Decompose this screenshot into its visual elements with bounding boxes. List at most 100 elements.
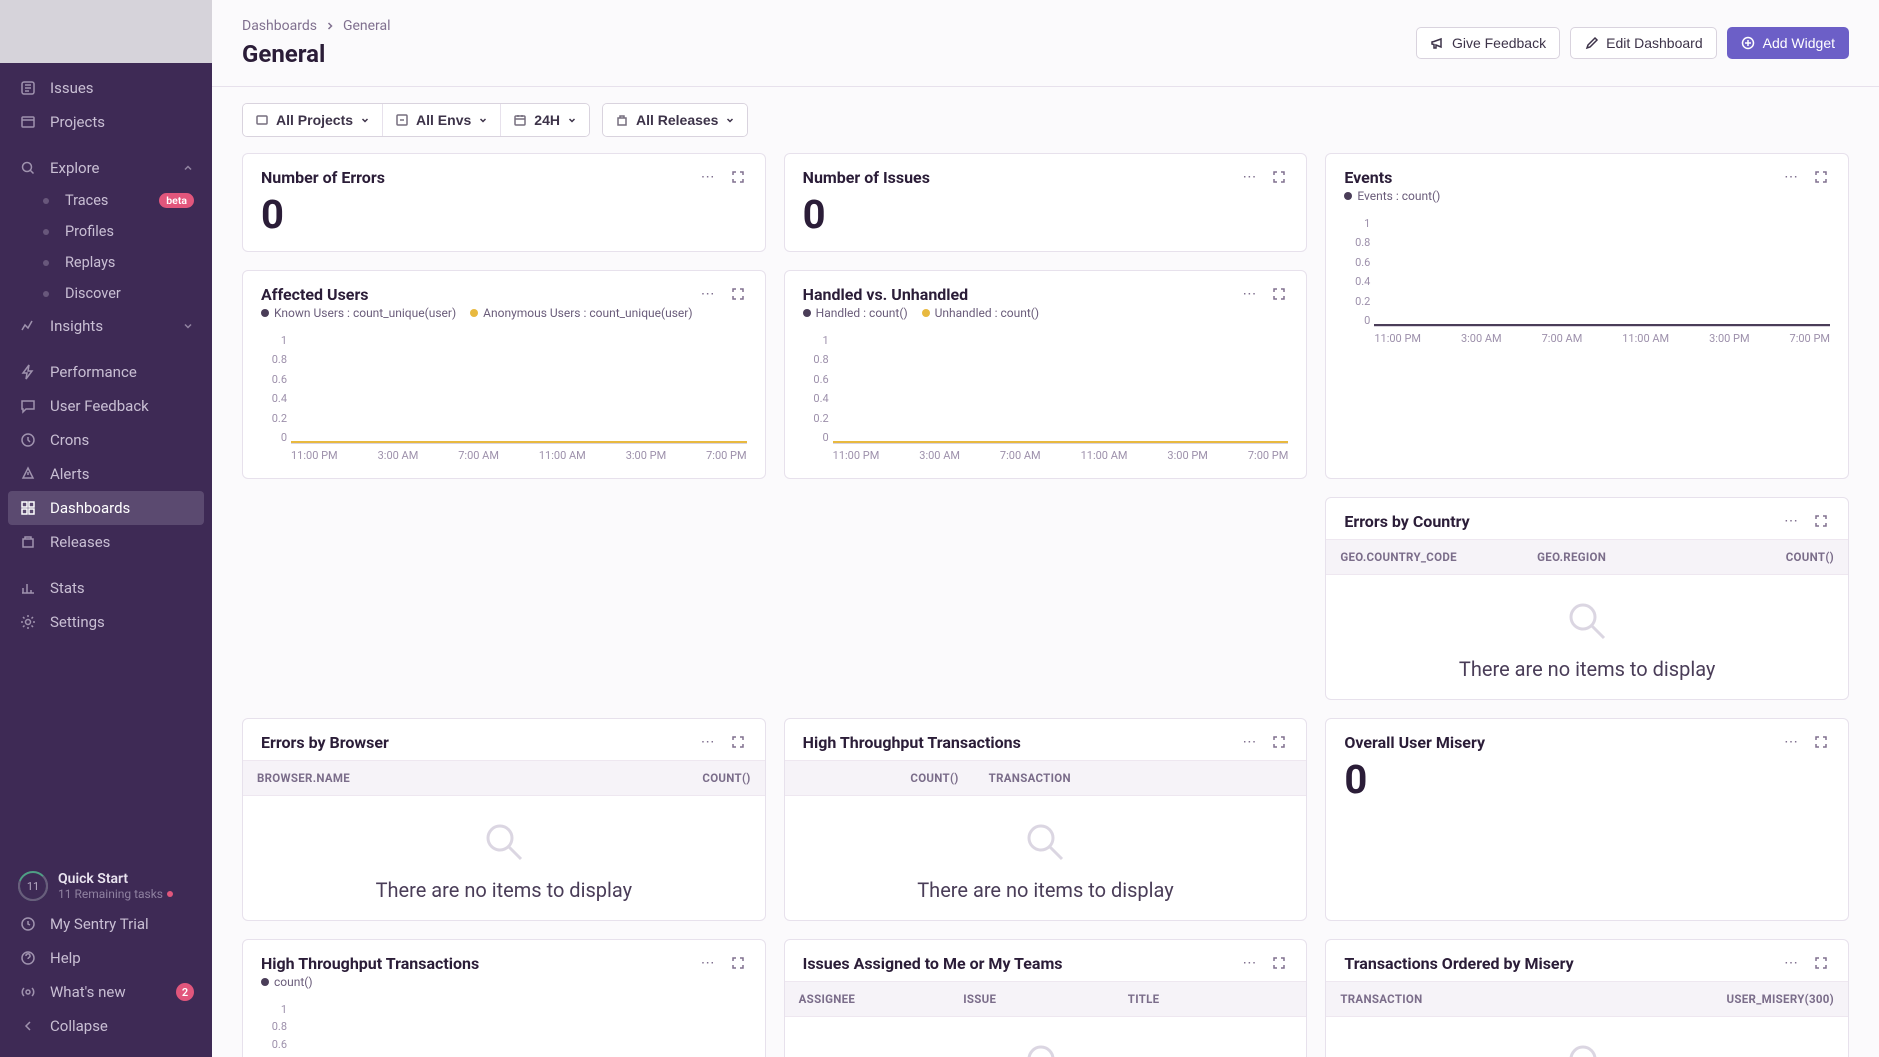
col-header[interactable]: TRANSACTION: [959, 771, 1293, 785]
filter-releases[interactable]: All Releases: [603, 104, 748, 136]
expand-icon[interactable]: [729, 733, 747, 751]
sidebar-item-collapse[interactable]: Collapse: [8, 1009, 204, 1043]
breadcrumb-current: General: [343, 18, 391, 34]
sidebar-item-dashboards[interactable]: Dashboards: [8, 491, 204, 525]
breadcrumb-root[interactable]: Dashboards: [242, 18, 317, 34]
more-icon[interactable]: ⋯: [699, 733, 717, 751]
filter-label: All Envs: [416, 112, 471, 128]
col-header[interactable]: ASSIGNEE: [799, 992, 964, 1006]
col-header[interactable]: GEO.COUNTRY_CODE: [1340, 550, 1537, 564]
more-icon[interactable]: ⋯: [699, 285, 717, 303]
search-icon: [18, 158, 38, 178]
issues-icon: [18, 78, 38, 98]
sidebar-item-stats[interactable]: Stats: [8, 571, 204, 605]
sidebar-item-replays[interactable]: Replays: [8, 247, 204, 278]
sidebar-item-profiles[interactable]: Profiles: [8, 216, 204, 247]
expand-icon[interactable]: [729, 285, 747, 303]
more-icon[interactable]: ⋯: [1240, 285, 1258, 303]
sidebar-label: Collapse: [50, 1017, 194, 1035]
col-header[interactable]: COUNT(): [1734, 550, 1834, 564]
sidebar-label: Explore: [50, 159, 182, 177]
col-header[interactable]: GEO.REGION: [1537, 550, 1734, 564]
chevron-down-icon: [725, 115, 735, 125]
col-header[interactable]: COUNT(): [799, 771, 959, 785]
more-icon[interactable]: ⋯: [1240, 168, 1258, 186]
col-header[interactable]: USER_MISERY(300): [1674, 992, 1834, 1006]
sidebar-item-help[interactable]: Help: [8, 941, 204, 975]
trial-icon: [18, 914, 38, 934]
expand-icon[interactable]: [1812, 733, 1830, 751]
widget-title: Errors by Country: [1344, 512, 1469, 531]
more-icon[interactable]: ⋯: [1240, 733, 1258, 751]
more-icon[interactable]: ⋯: [1782, 954, 1800, 972]
filter-projects[interactable]: All Projects: [243, 104, 383, 136]
sidebar-item-insights[interactable]: Insights: [8, 309, 204, 343]
quickstart[interactable]: 11 Quick Start 11 Remaining tasks: [8, 865, 204, 907]
empty-state: There are no items to display: [785, 796, 1307, 920]
sidebar-label: Performance: [50, 363, 194, 381]
env-icon: [395, 113, 409, 127]
button-label: Add Widget: [1763, 35, 1835, 51]
empty-text: There are no items to display: [376, 878, 632, 902]
quickstart-subtitle: 11 Remaining tasks: [58, 887, 173, 901]
col-header[interactable]: TRANSACTION: [1340, 992, 1674, 1006]
widget-title: High Throughput Transactions: [261, 954, 479, 973]
expand-icon[interactable]: [1270, 168, 1288, 186]
filter-label: All Releases: [636, 112, 719, 128]
more-icon[interactable]: ⋯: [1240, 954, 1258, 972]
empty-state: [785, 1017, 1307, 1057]
dot-icon: [43, 198, 49, 204]
sidebar-item-trial[interactable]: My Sentry Trial: [8, 907, 204, 941]
col-header[interactable]: BROWSER.NAME: [257, 771, 651, 785]
org-logo[interactable]: [0, 0, 212, 63]
sidebar-label: Help: [50, 949, 194, 967]
sidebar-item-alerts[interactable]: Alerts: [8, 457, 204, 491]
edit-dashboard-button[interactable]: Edit Dashboard: [1570, 27, 1717, 59]
more-icon[interactable]: ⋯: [699, 168, 717, 186]
expand-icon[interactable]: [1270, 954, 1288, 972]
legend-label: Anonymous Users : count_unique(user): [483, 306, 692, 320]
more-icon[interactable]: ⋯: [1782, 512, 1800, 530]
sidebar-item-performance[interactable]: Performance: [8, 355, 204, 389]
count-badge: 2: [176, 983, 194, 1001]
expand-icon[interactable]: [1812, 168, 1830, 186]
sidebar-label: Issues: [50, 79, 194, 97]
expand-icon[interactable]: [1812, 954, 1830, 972]
sidebar-item-issues[interactable]: Issues: [8, 71, 204, 105]
widget-title: Overall User Misery: [1344, 733, 1485, 752]
legend-label: Handled : count(): [816, 306, 908, 320]
gear-icon: [18, 612, 38, 632]
expand-icon[interactable]: [729, 954, 747, 972]
more-icon[interactable]: ⋯: [1782, 168, 1800, 186]
dot-icon: [43, 291, 49, 297]
expand-icon[interactable]: [729, 168, 747, 186]
button-label: Edit Dashboard: [1606, 35, 1703, 51]
add-widget-button[interactable]: Add Widget: [1727, 27, 1849, 59]
sidebar-item-discover[interactable]: Discover: [8, 278, 204, 309]
col-header[interactable]: ISSUE: [963, 992, 1128, 1006]
project-icon: [255, 113, 269, 127]
sidebar-label: Releases: [50, 533, 194, 551]
col-header[interactable]: TITLE: [1128, 992, 1293, 1006]
sidebar-item-crons[interactable]: Crons: [8, 423, 204, 457]
sidebar-bottom: 11 Quick Start 11 Remaining tasks My Sen…: [0, 856, 212, 1057]
give-feedback-button[interactable]: Give Feedback: [1416, 27, 1560, 59]
sidebar-item-projects[interactable]: Projects: [8, 105, 204, 139]
calendar-icon: [513, 113, 527, 127]
sidebar-item-explore[interactable]: Explore: [8, 151, 204, 185]
col-header[interactable]: COUNT(): [651, 771, 751, 785]
filter-time[interactable]: 24H: [501, 104, 589, 136]
sidebar-item-releases[interactable]: Releases: [8, 525, 204, 559]
sidebar-item-traces[interactable]: Traces beta: [8, 185, 204, 216]
more-icon[interactable]: ⋯: [1782, 733, 1800, 751]
sidebar-label: Stats: [50, 579, 194, 597]
expand-icon[interactable]: [1270, 733, 1288, 751]
sidebar-item-settings[interactable]: Settings: [8, 605, 204, 639]
sidebar-item-whats-new[interactable]: What's new2: [8, 975, 204, 1009]
widget-events: Events Events : count() ⋯ 10.80.60.40.20…: [1325, 153, 1849, 479]
more-icon[interactable]: ⋯: [699, 954, 717, 972]
expand-icon[interactable]: [1812, 512, 1830, 530]
sidebar-item-user-feedback[interactable]: User Feedback: [8, 389, 204, 423]
filter-envs[interactable]: All Envs: [383, 104, 501, 136]
expand-icon[interactable]: [1270, 285, 1288, 303]
